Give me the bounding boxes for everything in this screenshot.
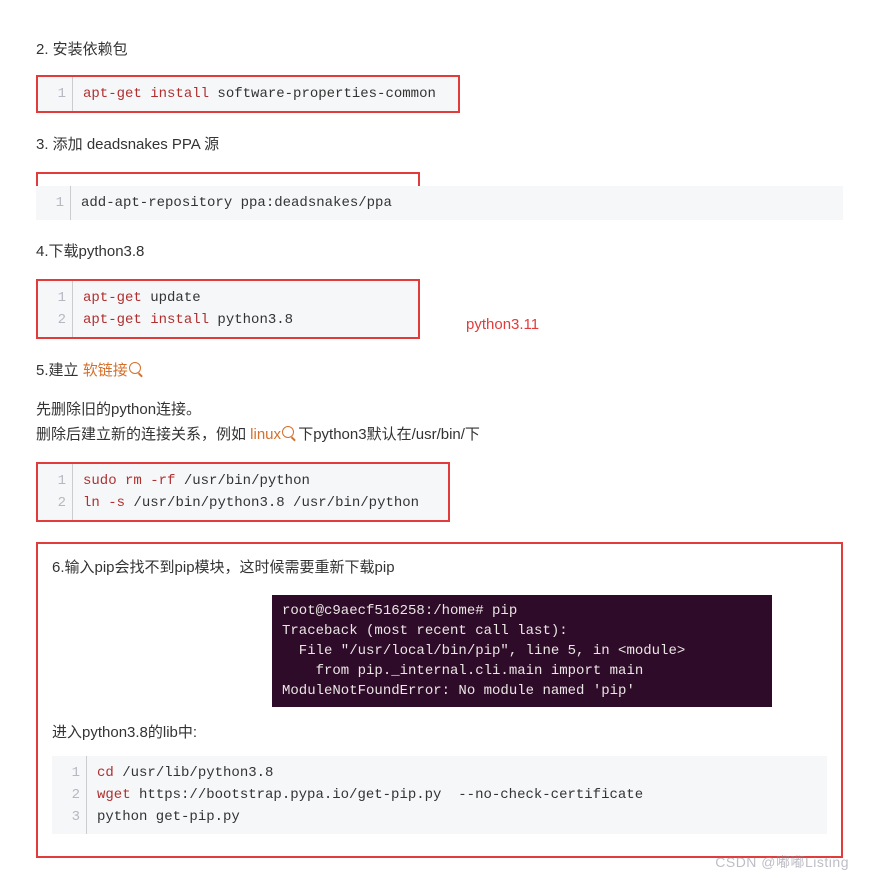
line-gutter: 1 [38,77,73,111]
step-5-line3: 删除后建立新的连接关系，例如 linux 下python3默认在/usr/bin… [36,423,843,444]
step-3-title: 3. 添加 deadsnakes PPA 源 [36,133,843,154]
line-gutter: 1 [36,186,71,220]
code-lines: apt-get install software-properties-comm… [73,77,458,111]
terminal-output: root@c9aecf516258:/home# pip Traceback (… [272,595,772,707]
step-6-title: 6.输入pip会找不到pip模块，这时候需要重新下载pip [52,556,827,577]
line-gutter: 1 2 3 [52,756,87,834]
step-6-subtitle: 进入python3.8的lib中: [52,721,827,742]
code-block-2: 1 apt-get install software-properties-co… [36,75,460,113]
softlink-link[interactable]: 软链接 [83,362,128,379]
step-2-title: 2. 安装依赖包 [36,38,843,59]
search-icon[interactable] [282,426,294,438]
code-lines: sudo rm -rf /usr/bin/python ln -s /usr/b… [73,464,448,520]
code-block-3: 1 add-apt-repository ppa:deadsnakes/ppa [36,186,843,220]
step-5-line2: 先删除旧的python连接。 [36,398,843,419]
linux-link[interactable]: linux [250,426,281,443]
code-lines: add-apt-repository ppa:deadsnakes/ppa [71,186,843,220]
code-lines: cd /usr/lib/python3.8 wget https://boots… [87,756,827,834]
section-6: 6.输入pip会找不到pip模块，这时候需要重新下载pip root@c9aec… [36,542,843,858]
step-5-title: 5.建立 软链接 [36,359,843,380]
code-block-4: 1 2 apt-get update apt-get install pytho… [36,279,420,339]
search-icon[interactable] [129,362,141,374]
line-gutter: 1 2 [38,281,73,337]
code-lines: apt-get update apt-get install python3.8 [73,281,418,337]
code-block-6: 1 2 3 cd /usr/lib/python3.8 wget https:/… [52,756,827,834]
code-block-5: 1 2 sudo rm -rf /usr/bin/python ln -s /u… [36,462,450,522]
step-4-title: 4.下载python3.8 [36,240,843,261]
line-gutter: 1 2 [38,464,73,520]
annotation-python311: python3.11 [466,316,539,333]
